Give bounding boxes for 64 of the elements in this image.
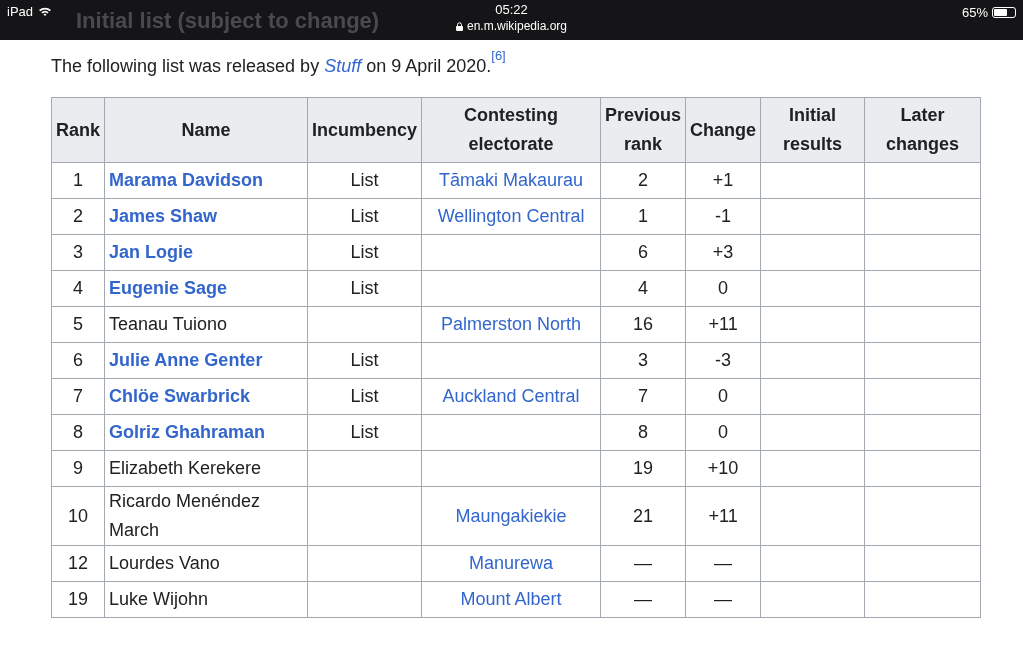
table-cell: 16	[600, 306, 686, 343]
battery-percentage: 65%	[961, 4, 988, 22]
lock-icon	[455, 21, 463, 31]
battery-icon	[992, 7, 1016, 19]
table-cell: 19	[600, 450, 686, 487]
person-name: Teanau Tuiono	[109, 314, 228, 334]
table-cell: 0	[685, 414, 761, 451]
column-header: Initial results	[760, 97, 865, 163]
table-cell: 3	[600, 342, 686, 379]
table-cell: 21	[600, 486, 686, 546]
table-cell: 2	[51, 198, 105, 235]
person-name: Elizabeth Kerekere	[109, 458, 262, 478]
clock-time: 05:22	[495, 2, 528, 18]
table-cell: +1	[685, 162, 761, 199]
table-cell: 4	[51, 270, 105, 307]
table-cell: +10	[685, 450, 761, 487]
table-cell: —	[600, 545, 686, 582]
table-cell: —	[685, 545, 761, 582]
table-cell: 2	[600, 162, 686, 199]
table-cell: 0	[685, 270, 761, 307]
table-cell: 5	[51, 306, 105, 343]
table-cell: 3	[51, 234, 105, 271]
table-cell: 10	[51, 486, 105, 546]
table-cell: +3	[685, 234, 761, 271]
column-header: Incumbency	[307, 97, 422, 163]
wifi-icon	[38, 6, 53, 18]
table-cell: 8	[600, 414, 686, 451]
table-cell: 0	[685, 378, 761, 415]
table-cell: -3	[685, 342, 761, 379]
table-cell: 6	[600, 234, 686, 271]
table-cell: List	[307, 378, 422, 415]
person-name: Luke Wijohn	[109, 589, 209, 609]
table-cell: 19	[51, 581, 105, 618]
table-cell: +11	[685, 306, 761, 343]
column-header: Later changes	[864, 97, 981, 163]
source-link[interactable]: Stuff	[324, 56, 362, 76]
url-text[interactable]: en.m.wikipedia.org	[466, 18, 568, 34]
table-cell: 4	[600, 270, 686, 307]
table-cell: List	[307, 162, 422, 199]
table-cell: +11	[685, 486, 761, 546]
table-cell: 7	[51, 378, 105, 415]
person-name: Ricardo Menéndez March	[109, 491, 261, 540]
table-cell: 1	[51, 162, 105, 199]
table-cell: List	[307, 414, 422, 451]
column-header: Previous rank	[600, 97, 686, 163]
device-name: iPad	[7, 3, 34, 21]
column-header: Change	[685, 97, 761, 163]
table-cell: List	[307, 234, 422, 271]
table-cell: 7	[600, 378, 686, 415]
table-cell: —	[685, 581, 761, 618]
table-cell: 9	[51, 450, 105, 487]
table-cell: 8	[51, 414, 105, 451]
person-name: Lourdes Vano	[109, 553, 220, 573]
column-header: Name	[104, 97, 308, 163]
table-cell: List	[307, 342, 422, 379]
table-cell: List	[307, 198, 422, 235]
column-header: Contesting electorate	[421, 97, 601, 163]
table-cell: List	[307, 270, 422, 307]
column-header: Rank	[51, 97, 105, 163]
table-cell: -1	[685, 198, 761, 235]
table-cell: 1	[600, 198, 686, 235]
table-cell: 6	[51, 342, 105, 379]
table-cell: 12	[51, 545, 105, 582]
table-cell: —	[600, 581, 686, 618]
